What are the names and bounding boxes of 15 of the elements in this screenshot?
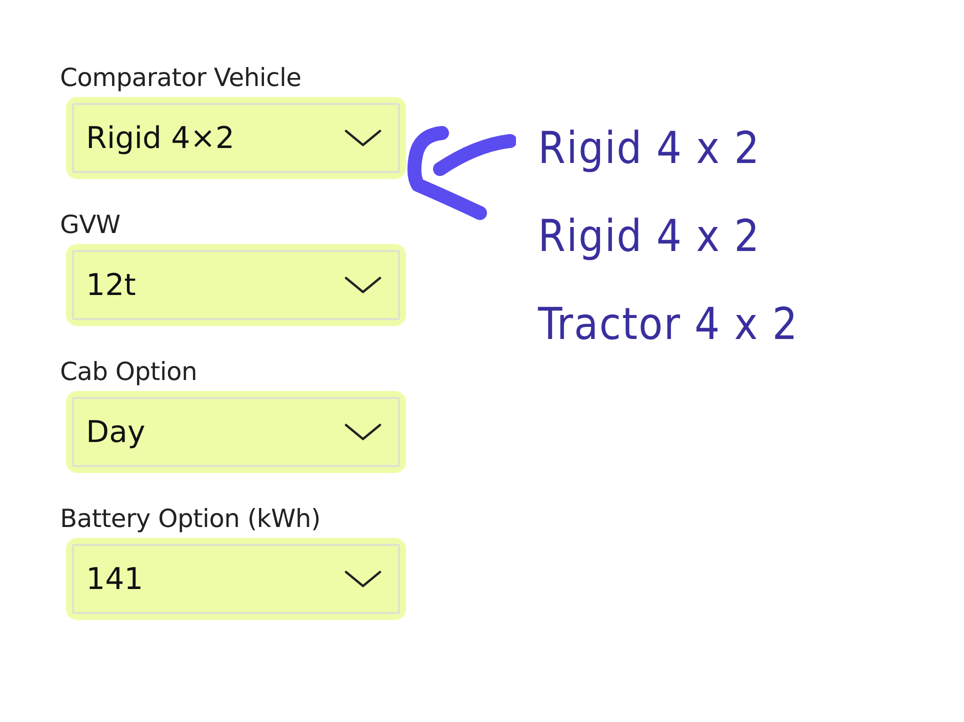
field-label: Cab Option: [60, 356, 198, 388]
dropdown[interactable]: Day: [66, 391, 406, 473]
chevron-down-icon: [344, 128, 382, 148]
dropdown[interactable]: 12t: [66, 244, 406, 326]
dropdown[interactable]: Rigid 4×2: [66, 97, 406, 179]
handwritten-note: Tractor 4 x 2: [538, 298, 798, 352]
field-label: Comparator Vehicle: [60, 62, 302, 94]
handwritten-note: Rigid 4 x 2: [538, 210, 760, 264]
chevron-down-icon: [344, 569, 382, 589]
chevron-down-icon: [344, 275, 382, 295]
handwritten-note: Rigid 4 x 2: [538, 122, 760, 176]
field-label: Battery Option (kWh): [60, 503, 320, 535]
dropdown[interactable]: 141: [66, 538, 406, 620]
field-label: GVW: [60, 209, 120, 241]
chevron-down-icon: [344, 422, 382, 442]
